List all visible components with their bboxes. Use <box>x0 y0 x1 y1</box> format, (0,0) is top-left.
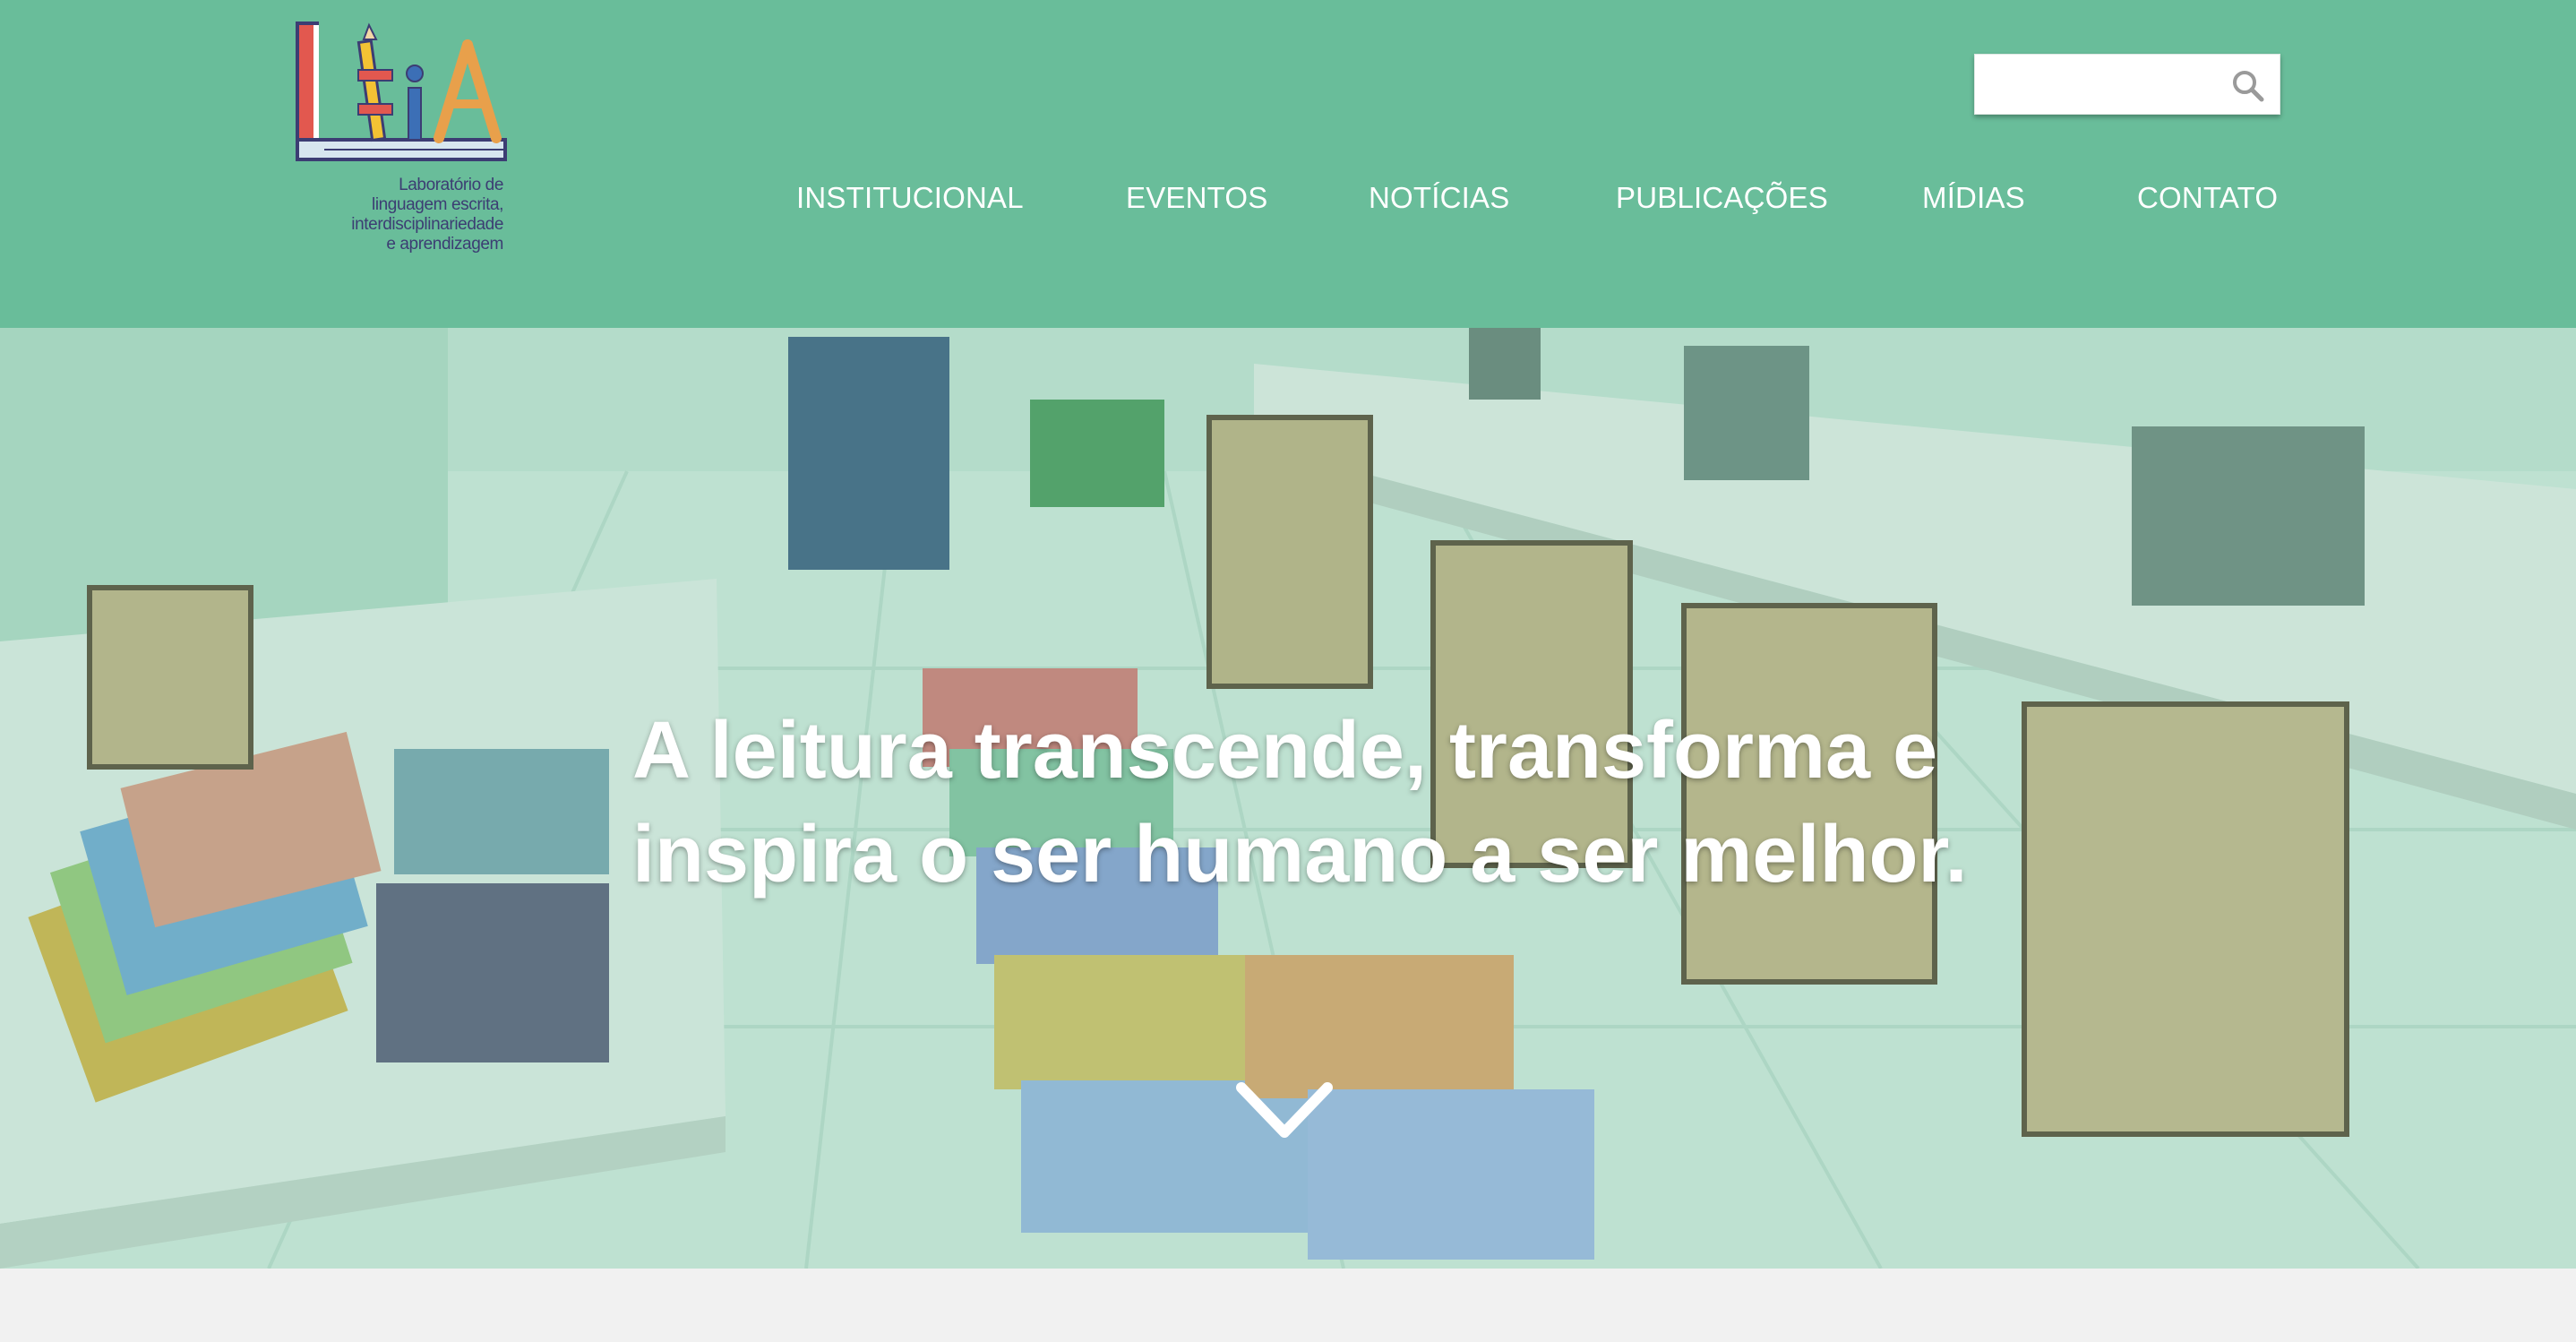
nav-item-contato[interactable]: CONTATO <box>2137 176 2278 220</box>
nav-item-noticias[interactable]: NOTÍCIAS <box>1369 176 1509 220</box>
hero-headline-line-1: A leitura transcende, transforma e <box>632 706 1938 796</box>
hero-banner: A leitura transcende, transforma e inspi… <box>0 328 2576 1269</box>
nav-item-publicacoes[interactable]: PUBLICAÇÕES <box>1616 176 1828 220</box>
nav-item-institucional[interactable]: INSTITUCIONAL <box>796 176 1024 220</box>
chevron-down-icon[interactable] <box>1234 1079 1335 1143</box>
search-box <box>1974 54 2280 115</box>
search-icon[interactable] <box>2231 69 2265 103</box>
search-input[interactable] <box>1988 64 2233 107</box>
nav-item-midias[interactable]: MÍDIAS <box>1922 176 2025 220</box>
main-nav: INSTITUCIONAL EVENTOS NOTÍCIAS PUBLICAÇÕ… <box>0 176 2576 220</box>
hero-headline-line-2: inspira o ser humano a ser melhor. <box>632 810 1968 899</box>
logo-caption-line: e aprendizagem <box>386 235 503 254</box>
hero-headline: A leitura transcende, transforma e inspi… <box>632 699 2065 907</box>
page-content-start <box>0 1269 2576 1342</box>
site-header: Laboratório de linguagem escrita, interd… <box>0 0 2576 328</box>
leia-logo-icon <box>296 22 507 161</box>
nav-item-eventos[interactable]: EVENTOS <box>1126 176 1268 220</box>
